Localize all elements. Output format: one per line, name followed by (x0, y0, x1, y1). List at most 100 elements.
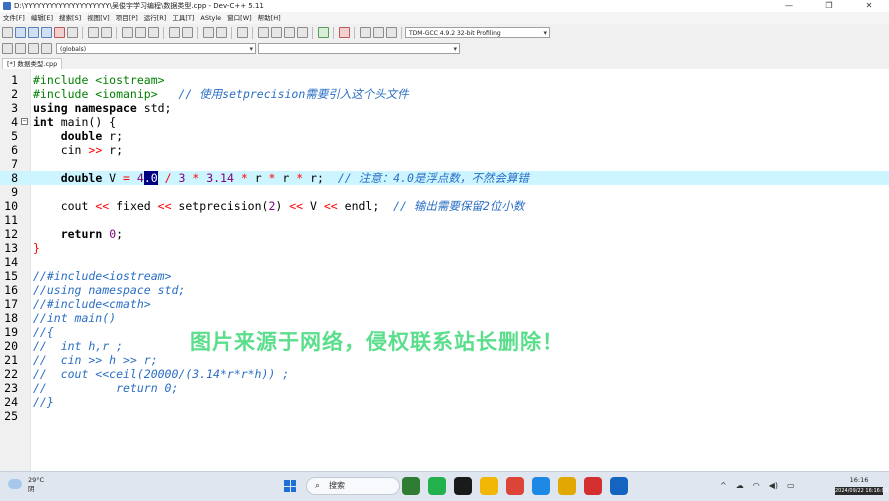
find-next-icon[interactable] (148, 27, 159, 38)
windows-start-icon[interactable] (284, 480, 296, 492)
close-button[interactable]: ✕ (849, 0, 889, 12)
menu-item-4[interactable]: 项目[P] (113, 12, 141, 24)
network-icon[interactable]: ☁ (736, 481, 744, 490)
profile-icon[interactable] (360, 27, 371, 38)
project-options-icon[interactable] (182, 27, 193, 38)
code-text: using namespace std; (33, 101, 171, 115)
menu-item-5[interactable]: 运行[R] (141, 12, 170, 24)
menu-item-6[interactable]: 工具[T] (169, 12, 197, 24)
code-token: main() { (53, 115, 117, 129)
code-text: cin >> r; (33, 143, 123, 157)
file-manager-icon[interactable] (402, 477, 420, 495)
open-file-icon[interactable] (15, 27, 26, 38)
scope-select[interactable]: (globals) (56, 43, 256, 55)
code-line[interactable]: 23 // return 0; (0, 381, 889, 395)
menu-item-7[interactable]: AStyle (197, 12, 224, 24)
compile-icon[interactable] (258, 27, 269, 38)
code-token: //} (33, 395, 54, 409)
redo-icon[interactable] (101, 27, 112, 38)
symbol-select[interactable] (258, 43, 460, 55)
code-token: / (164, 171, 172, 185)
code-line[interactable]: 16 //using namespace std; (0, 283, 889, 297)
code-text: return 0; (33, 227, 123, 241)
code-line[interactable]: 7 (0, 157, 889, 171)
photos-icon[interactable] (532, 477, 550, 495)
goto-forward-icon[interactable] (15, 43, 26, 54)
run-icon[interactable] (271, 27, 282, 38)
fold-toggle-icon[interactable]: − (21, 118, 28, 125)
code-line[interactable]: 14 (0, 255, 889, 269)
volume-icon[interactable]: ◀) (769, 481, 778, 490)
devcpp-icon[interactable] (610, 477, 628, 495)
menu-item-8[interactable]: 窗口[W] (224, 12, 255, 24)
toggle-bookmark-icon[interactable] (237, 27, 248, 38)
menu-item-1[interactable]: 编辑[E] (28, 12, 56, 24)
code-editor[interactable]: 1 #include <iostream> 2 #include <iomanip> … (0, 69, 889, 471)
code-line[interactable]: 10 cout << fixed << setprecision(2) << V… (0, 199, 889, 213)
menu-item-3[interactable]: 视图[V] (84, 12, 113, 24)
toolbar-separator (163, 26, 164, 39)
compile-run-icon[interactable] (284, 27, 295, 38)
code-line[interactable]: 15 //#include<iostream> (0, 269, 889, 283)
check-syntax-icon[interactable] (318, 27, 329, 38)
code-line[interactable]: 22 // cout <<ceil(20000/(3.14*r*r*h)) ; (0, 367, 889, 381)
wechat-icon[interactable] (428, 477, 446, 495)
battery-icon[interactable]: ▭ (787, 481, 795, 490)
print-icon[interactable] (67, 27, 78, 38)
find-icon[interactable] (122, 27, 133, 38)
debug-icon[interactable] (386, 27, 397, 38)
menu-item-2[interactable]: 搜索[S] (56, 12, 84, 24)
code-line[interactable]: 11 (0, 213, 889, 227)
stop-execution-icon[interactable] (339, 27, 350, 38)
code-token: cout (33, 199, 96, 213)
wifi-icon[interactable]: ◠ (753, 481, 760, 490)
indent-icon[interactable] (203, 27, 214, 38)
code-line[interactable]: 3 using namespace std; (0, 101, 889, 115)
menu-item-9[interactable]: 帮助[H] (255, 12, 284, 24)
code-line[interactable]: 5 double r; (0, 129, 889, 143)
explorer-icon[interactable] (480, 477, 498, 495)
add-watch-icon[interactable] (41, 43, 52, 54)
qq-icon[interactable] (454, 477, 472, 495)
code-line[interactable]: 18 //int main() (0, 311, 889, 325)
code-line[interactable]: 25 (0, 409, 889, 423)
save-icon[interactable] (28, 27, 39, 38)
files-icon[interactable] (558, 477, 576, 495)
chrome-icon[interactable] (506, 477, 524, 495)
search-placeholder: 搜索 (329, 481, 345, 490)
code-line[interactable]: 8 double V = 4.0 / 3 * 3.14 * r * r * r;… (0, 171, 889, 185)
undo-icon[interactable] (88, 27, 99, 38)
menu-item-0[interactable]: 文件[F] (0, 12, 28, 24)
close-file-icon[interactable] (54, 27, 65, 38)
save-all-icon[interactable] (41, 27, 52, 38)
minimize-button[interactable]: — (769, 0, 809, 12)
code-line[interactable]: 1 #include <iostream> (0, 73, 889, 87)
wps-icon[interactable] (584, 477, 602, 495)
toolbar-separator (354, 26, 355, 39)
taskbar-search[interactable]: ⌕ 搜索 (306, 477, 400, 495)
code-line[interactable]: 24 //} (0, 395, 889, 409)
clock[interactable]: 16:16 2024/09/22 16:16:03 (835, 476, 888, 495)
class-browser-icon[interactable] (28, 43, 39, 54)
compiler-select[interactable]: TDM-GCC 4.9.2 32-bit Profiling (405, 27, 550, 39)
code-text: // cout <<ceil(20000/(3.14*r*r*h)) ; (33, 367, 289, 381)
new-project-icon[interactable] (169, 27, 180, 38)
replace-icon[interactable] (135, 27, 146, 38)
clock-date: 2024/09/22 16:16:03 (835, 487, 888, 495)
new-file-icon[interactable] (2, 27, 13, 38)
unindent-icon[interactable] (216, 27, 227, 38)
code-line[interactable]: 17 //#include<cmath> (0, 297, 889, 311)
delete-profile-icon[interactable] (373, 27, 384, 38)
rebuild-all-icon[interactable] (297, 27, 308, 38)
code-line[interactable]: 9 (0, 185, 889, 199)
code-line[interactable]: 4− int main() { (0, 115, 889, 129)
code-line[interactable]: 12 return 0; (0, 227, 889, 241)
code-line[interactable]: 2 #include <iomanip> // 使用setprecision需要引… (0, 87, 889, 101)
goto-back-icon[interactable] (2, 43, 13, 54)
tray-chevron-icon[interactable]: ^ (720, 481, 727, 490)
code-line[interactable]: 13} (0, 241, 889, 255)
code-token: // 输出需要保留2位小数 (393, 199, 525, 213)
restore-button[interactable]: ❐ (809, 0, 849, 12)
code-line[interactable]: 6 cin >> r; (0, 143, 889, 157)
